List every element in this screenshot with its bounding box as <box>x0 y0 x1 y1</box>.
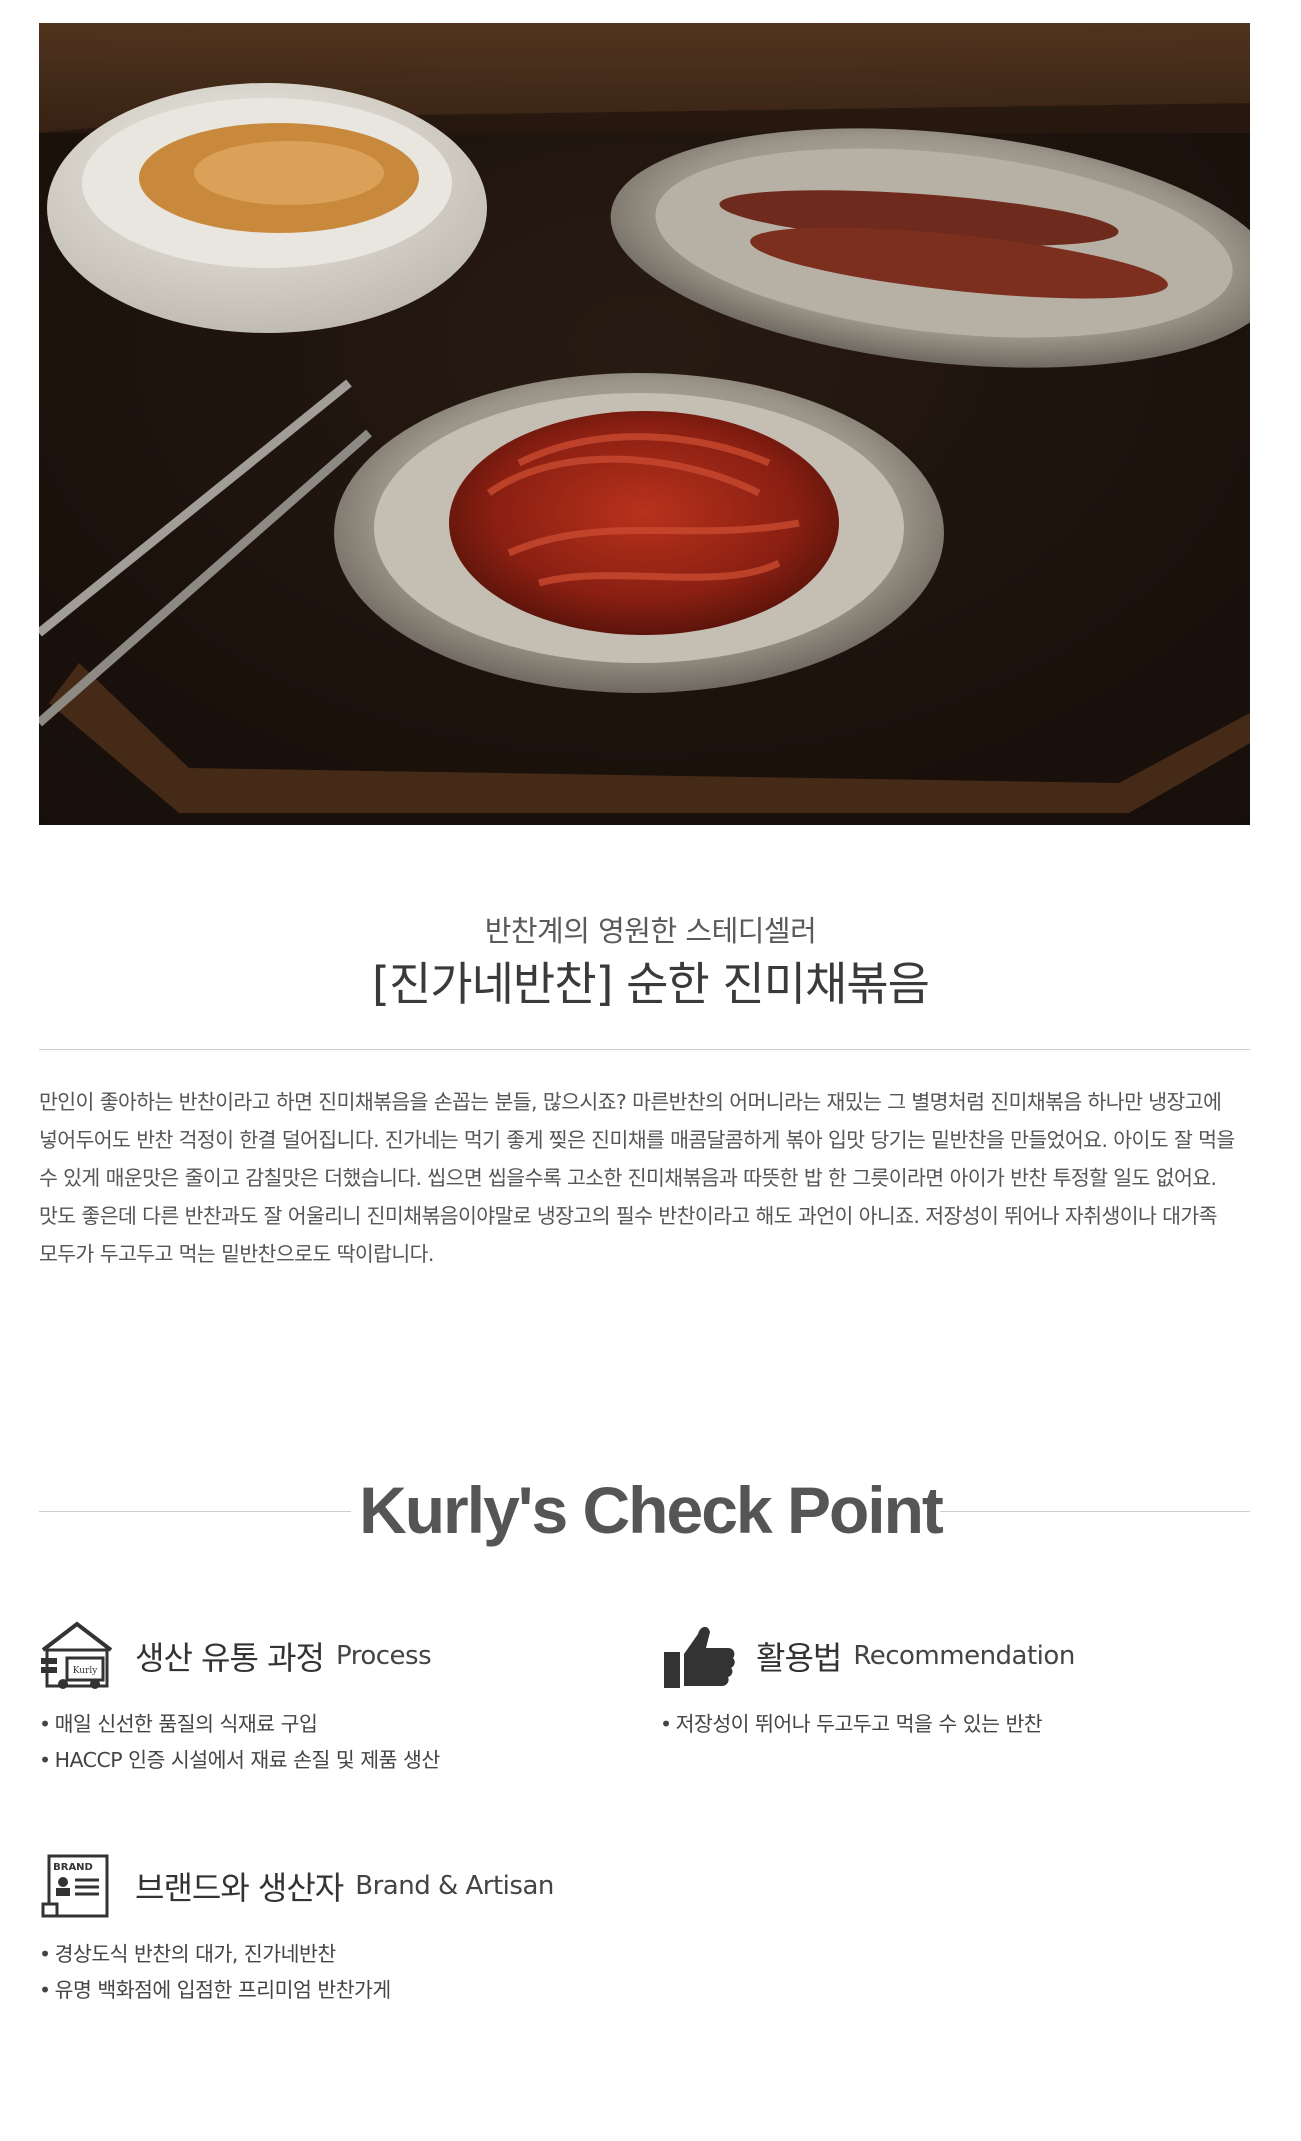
product-description: 만인이 좋아하는 반찬이라고 하면 진미채볶음을 손꼽는 분들, 많으시죠? 마… <box>39 1090 1235 1266</box>
product-subtitle: 반찬계의 영원한 스테디셀러 <box>484 914 817 948</box>
dried-squid-side-dish-photo <box>39 23 1250 825</box>
brand-document-icon: BRAND <box>39 1850 117 1922</box>
svg-text:Kurly: Kurly <box>73 1666 99 1676</box>
process-label-en: Process <box>335 1641 432 1671</box>
brand-icon-text: BRAND <box>53 1862 93 1873</box>
list-item: 매일 신선한 품질의 식재료 구입 <box>39 1706 440 1742</box>
delivery-truck-house-icon: Kurly <box>39 1620 117 1692</box>
list-item: 경상도식 반찬의 대가, 진가네반찬 <box>39 1936 554 1972</box>
product-hero-image <box>39 23 1250 825</box>
checkpoint-title: Kurly's Check Point <box>359 1473 944 1547</box>
checkpoint-divider-right <box>940 1511 1250 1512</box>
list-item: 유명 백화점에 입점한 프리미엄 반찬가게 <box>39 1972 554 2008</box>
list-item: HACCP 인증 시설에서 재료 손질 및 제품 생산 <box>39 1742 441 1778</box>
recommendation-block: 활용법 Recommendation 저장성이 뛰어나 두고두고 먹을 수 있는… <box>660 1620 1075 1742</box>
process-list: 매일 신선한 품질의 식재료 구입 HACCP 인증 시설에서 재료 손질 및 … <box>39 1706 441 1778</box>
process-block: Kurly 생산 유통 과정 Process 매일 신선한 품질의 식재료 구입… <box>39 1620 440 1778</box>
brand-list: 경상도식 반찬의 대가, 진가네반찬 유명 백화점에 입점한 프리미엄 반찬가게 <box>39 1936 554 2008</box>
thumbs-up-icon <box>660 1620 738 1692</box>
product-title: [진가네반찬] 순한 진미채볶음 <box>372 957 930 1011</box>
list-item: 저장성이 뛰어나 두고두고 먹을 수 있는 반찬 <box>660 1706 1075 1742</box>
brand-label-ko: 브랜드와 생산자 <box>135 1869 344 1907</box>
recommendation-label-ko: 활용법 <box>756 1639 842 1677</box>
process-label-ko: 생산 유통 과정 <box>135 1639 325 1677</box>
brand-label-en: Brand & Artisan <box>355 1871 554 1901</box>
recommendation-label-en: Recommendation <box>853 1641 1075 1671</box>
section-divider <box>39 1049 1250 1050</box>
brand-block: BRAND 브랜드와 생산자 Brand & Artisan 경상도식 반찬의 … <box>39 1850 554 2008</box>
recommendation-list: 저장성이 뛰어나 두고두고 먹을 수 있는 반찬 <box>660 1706 1075 1742</box>
